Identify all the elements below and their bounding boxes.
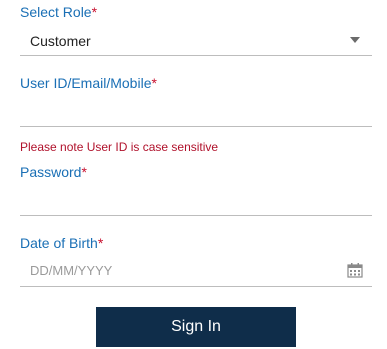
calendar-icon[interactable] xyxy=(347,262,363,278)
user-id-case-hint: Please note User ID is case sensitive xyxy=(20,140,219,154)
dob-label: Date of Birth* xyxy=(20,235,103,251)
dob-label-text: Date of Birth xyxy=(20,235,98,251)
password-required-mark: * xyxy=(81,164,87,180)
role-underline xyxy=(20,55,372,56)
chevron-down-icon[interactable] xyxy=(350,37,360,43)
role-label-text: Select Role xyxy=(20,4,92,20)
password-label: Password* xyxy=(20,164,87,180)
role-selected-value: Customer xyxy=(30,33,91,49)
dob-underline xyxy=(20,286,372,287)
user-id-required-mark: * xyxy=(151,75,157,91)
dob-required-mark: * xyxy=(97,235,104,251)
role-label: Select Role* xyxy=(20,4,97,20)
dob-placeholder: DD/MM/YYYY xyxy=(30,263,113,278)
password-input[interactable] xyxy=(20,183,372,215)
user-id-label-text: User ID/Email/Mobile xyxy=(20,75,152,91)
sign-in-button[interactable]: Sign In xyxy=(96,307,296,347)
password-label-text: Password xyxy=(20,164,82,180)
role-required-mark: * xyxy=(91,4,98,20)
user-id-underline xyxy=(20,126,372,127)
password-underline xyxy=(20,215,372,216)
user-id-input[interactable] xyxy=(20,94,372,126)
user-id-label: User ID/Email/Mobile* xyxy=(20,75,157,91)
